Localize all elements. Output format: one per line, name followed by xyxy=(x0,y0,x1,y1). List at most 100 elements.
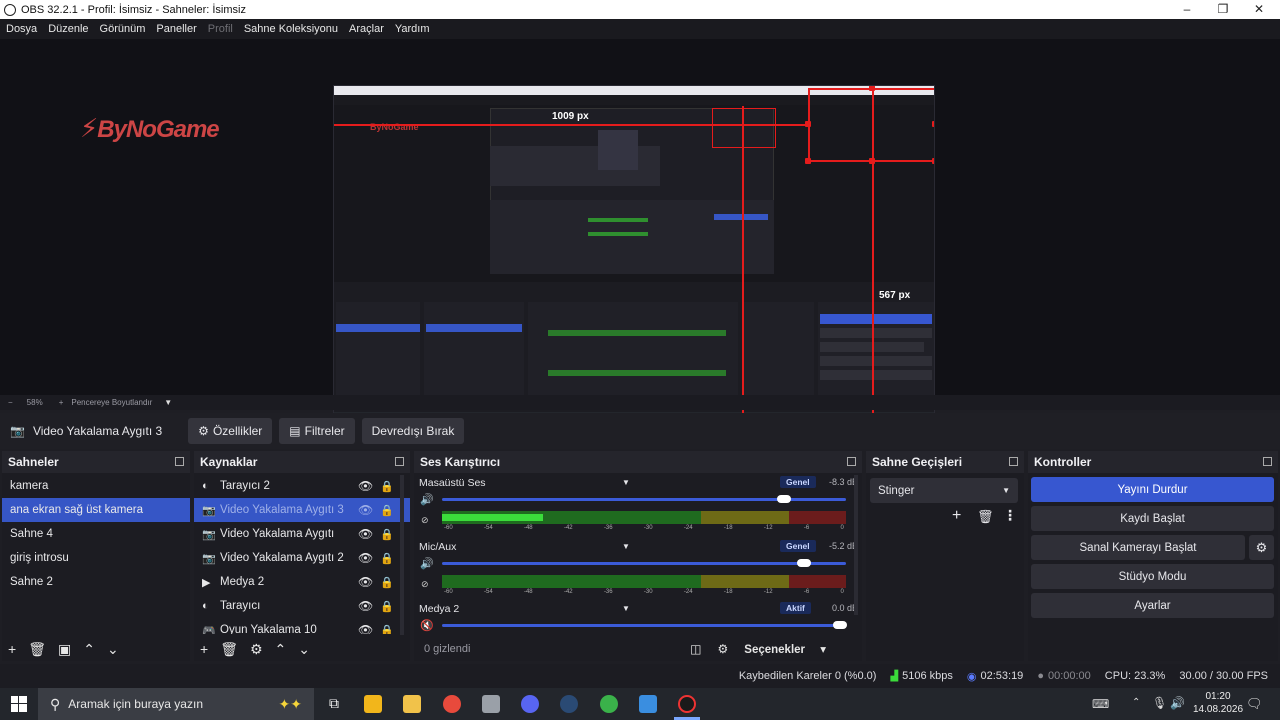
float-dock-icon[interactable] xyxy=(395,457,404,466)
float-dock-icon[interactable] xyxy=(175,457,184,466)
eye-icon[interactable]: 👁 xyxy=(358,623,373,634)
menu-edit[interactable]: Düzenle xyxy=(48,23,88,35)
menu-file[interactable]: Dosya xyxy=(6,23,37,35)
minimize-button[interactable]: – xyxy=(1170,0,1204,19)
trash-icon[interactable]: 🗑 xyxy=(977,509,994,525)
eye-icon[interactable]: 👁 xyxy=(358,551,373,565)
float-dock-icon[interactable] xyxy=(847,457,856,466)
mixer-options-button[interactable]: Seçenekler ▾ xyxy=(744,642,826,656)
speaker-icon[interactable]: 🔊 xyxy=(1170,696,1185,710)
move-up-icon[interactable]: ⌃ xyxy=(83,641,95,658)
menu-scene-collection[interactable]: Sahne Koleksiyonu xyxy=(244,23,338,35)
float-dock-icon[interactable] xyxy=(1009,457,1018,466)
app-grey-icon[interactable] xyxy=(482,695,500,713)
source-item[interactable]: ◐ Tarayıcı 👁 🔒 xyxy=(194,594,410,618)
trash-icon[interactable]: 🗑 xyxy=(220,641,238,658)
lock-icon[interactable]: 🔒 xyxy=(380,600,394,613)
preview-canvas[interactable]: ⚡ByNoGame ByNoGame 1009 px 567 px xyxy=(0,39,1280,427)
lock-icon[interactable]: 🔒 xyxy=(380,576,394,589)
chevron-down-icon[interactable]: ▼ xyxy=(622,542,630,551)
volume-knob[interactable] xyxy=(777,495,792,503)
add-scene-icon[interactable]: + xyxy=(8,641,16,657)
eye-icon[interactable]: 👁 xyxy=(358,479,373,493)
move-down-icon[interactable]: ⌄ xyxy=(107,641,119,658)
advanced-audio-icon[interactable]: ⚙ xyxy=(718,642,729,656)
discord-icon[interactable] xyxy=(521,695,539,713)
microphone-icon[interactable]: 🎙 xyxy=(1152,696,1167,710)
chevron-down-icon[interactable]: ▼ xyxy=(622,478,630,487)
speaker-icon[interactable]: 🔊 xyxy=(420,557,434,570)
float-dock-icon[interactable] xyxy=(1263,457,1272,466)
volume-knob[interactable] xyxy=(833,621,847,629)
menu-help[interactable]: Yardım xyxy=(395,23,430,35)
zoom-in-button[interactable]: + xyxy=(59,398,64,407)
app-blue-icon[interactable] xyxy=(639,695,657,713)
menu-tools[interactable]: Araçlar xyxy=(349,23,384,35)
layout-icon[interactable]: ◫ xyxy=(690,642,701,656)
move-down-icon[interactable]: ⌄ xyxy=(298,641,310,658)
scene-filters-icon[interactable]: ▣ xyxy=(58,641,71,658)
filters-button[interactable]: ▤ Filtreler xyxy=(279,418,355,444)
windows-start-icon[interactable] xyxy=(11,696,27,712)
clock[interactable]: 01:20 14.08.2026 xyxy=(1193,691,1243,715)
start-virtual-camera-button[interactable]: Sanal Kamerayı Başlat xyxy=(1031,535,1245,560)
trash-icon[interactable]: 🗑 xyxy=(28,641,46,658)
volume-knob[interactable] xyxy=(797,559,812,567)
task-view-icon[interactable]: ⧉ xyxy=(325,695,343,713)
source-item[interactable]: ▶ Medya 2 👁 🔒 xyxy=(194,570,410,594)
menu-profile[interactable]: Profil xyxy=(208,23,233,35)
menu-view[interactable]: Görünüm xyxy=(100,23,146,35)
add-transition-icon[interactable]: + xyxy=(952,507,961,525)
volume-slider[interactable] xyxy=(442,624,846,627)
lock-icon[interactable]: 🔒 xyxy=(380,480,394,493)
taskbar-search[interactable]: ⚲ Aramak için buraya yazın ✦✦ xyxy=(38,688,314,720)
move-up-icon[interactable]: ⌃ xyxy=(275,641,287,658)
eye-icon[interactable]: 👁 xyxy=(358,575,373,589)
keyboard-icon[interactable]: ⌨ xyxy=(1092,697,1109,711)
lock-icon[interactable]: 🔒 xyxy=(380,528,394,541)
monitor-icon[interactable]: ⊘ xyxy=(421,579,429,590)
source-item[interactable]: 📷 Video Yakalama Aygıtı 👁 🔒 xyxy=(194,522,410,546)
chevron-up-icon[interactable]: ⌃ xyxy=(1132,697,1140,708)
source-item[interactable]: 📷 Video Yakalama Aygıtı 2 👁 🔒 xyxy=(194,546,410,570)
scene-item[interactable]: Sahne 4 xyxy=(2,522,190,546)
lock-icon[interactable]: 🔒 xyxy=(380,504,394,517)
start-record-button[interactable]: Kaydı Başlat xyxy=(1031,506,1274,531)
app-green-icon[interactable] xyxy=(600,695,618,713)
gear-icon[interactable]: ⚙ xyxy=(1249,535,1274,560)
steam-icon[interactable] xyxy=(560,695,578,713)
eye-icon[interactable]: 👁 xyxy=(358,527,373,541)
speaker-icon[interactable]: 🔊 xyxy=(420,493,434,506)
scene-item[interactable]: giriş introsu xyxy=(2,546,190,570)
eye-icon[interactable]: 👁 xyxy=(358,599,373,613)
obs-taskbar-icon[interactable] xyxy=(678,695,696,713)
eye-icon[interactable]: 👁 xyxy=(358,503,373,517)
add-source-icon[interactable]: + xyxy=(200,641,208,657)
more-options-icon[interactable]: ⋮ xyxy=(1003,507,1017,524)
settings-button[interactable]: Ayarlar xyxy=(1031,593,1274,618)
lock-icon[interactable]: 🔒 xyxy=(380,624,394,635)
scene-item[interactable]: kamera xyxy=(2,474,190,498)
studio-mode-button[interactable]: Stüdyo Modu xyxy=(1031,564,1274,589)
gear-icon[interactable]: ⚙ xyxy=(250,641,263,658)
maximize-button[interactable]: ❐ xyxy=(1206,0,1240,19)
fit-to-window[interactable]: Pencereye Boyutlandır xyxy=(71,398,152,407)
source-item[interactable]: ◐ Tarayıcı 2 👁 🔒 xyxy=(194,474,410,498)
properties-button[interactable]: ⚙ Özellikler xyxy=(188,418,273,444)
stop-stream-button[interactable]: Yayını Durdur xyxy=(1031,477,1274,502)
zoom-dropdown-icon[interactable]: ▼ xyxy=(164,398,172,407)
transition-select[interactable]: Stinger ▼ xyxy=(870,478,1018,503)
scene-item-selected[interactable]: ana ekran sağ üst kamera xyxy=(2,498,190,522)
notification-icon[interactable]: 🗨 xyxy=(1246,696,1263,712)
monitor-icon[interactable]: ⊘ xyxy=(421,515,429,526)
scene-item[interactable]: Sahne 2 xyxy=(2,570,190,594)
source-item-selected[interactable]: 📷 Video Yakalama Aygıtı 3 👁 🔒 xyxy=(194,498,410,522)
app-r-icon[interactable] xyxy=(364,695,382,713)
close-button[interactable]: ✕ xyxy=(1242,0,1276,19)
menu-docks[interactable]: Paneller xyxy=(156,23,196,35)
zoom-out-button[interactable]: − xyxy=(8,398,13,407)
deactivate-button[interactable]: Devredışı Bırak xyxy=(361,418,465,444)
source-item[interactable]: 🎮 Oyun Yakalama 10 👁 🔒 xyxy=(194,618,410,634)
volume-slider[interactable] xyxy=(442,562,846,565)
speaker-icon[interactable]: 🔇 xyxy=(420,619,434,632)
